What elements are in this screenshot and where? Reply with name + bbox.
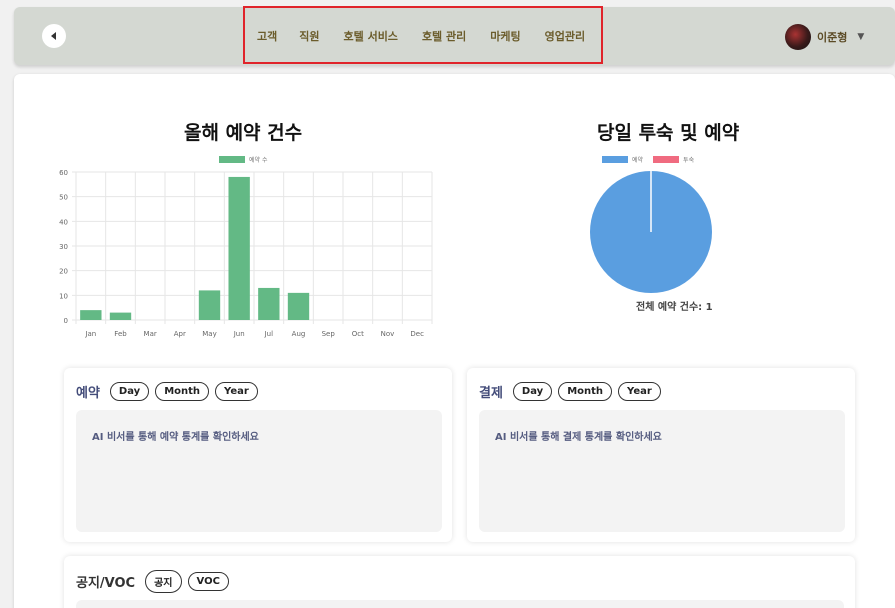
caret-down-icon: ▼ [857,32,865,42]
payment-card-title: 결제 [479,386,503,401]
payment-month-button[interactable]: Month [558,382,613,401]
main-nav: 고객 직원 호텔 서비스 호텔 관리 마케팅 영업관리 [257,7,585,65]
reservation-card-body: AI 비서를 통해 예약 통계를 확인하세요 [76,410,442,532]
x-tick-label: Jan [84,330,96,338]
legend-swatch-checkin [653,156,680,163]
reservation-stats-card: 예약 Day Month Year AI 비서를 통해 예약 통계를 확인하세요 [64,368,452,542]
x-tick-label: Sep [322,330,336,338]
bar-jan [80,310,102,320]
x-tick-label: Mar [144,330,157,338]
x-tick-label: Apr [174,330,186,338]
nav-item-hotel-service[interactable]: 호텔 서비스 [344,28,398,44]
nav-item-marketing[interactable]: 마케팅 [490,28,520,44]
daily-chart-title: 당일 투숙 및 예약 [597,122,740,144]
total-reservations-label: 전체 예약 건수: 1 [636,302,713,313]
back-button[interactable] [42,24,66,48]
legend-swatch-reservation [602,156,628,163]
notice-voc-card: 공지/VOC 공지 VOC [64,556,855,608]
y-tick-label: 60 [59,169,68,177]
y-tick-label: 50 [59,194,68,202]
reservation-year-button[interactable]: Year [215,382,258,401]
bar-jun [228,176,250,320]
legend-swatch-reservations [219,156,245,163]
reservation-card-header: 예약 Day Month Year [76,382,258,401]
user-name: 이준형 [817,31,848,44]
payment-card-header: 결제 Day Month Year [479,382,661,401]
yearly-bar-chart: 0 10 20 30 40 50 60 Jan Feb Mar Apr May Jun Jul Aug Sep… [59,169,433,338]
user-menu[interactable]: 이준형 ▼ [785,24,864,50]
avatar [785,24,811,50]
dashboard-panel: 올해 예약 건수 예약 수 0 10 20 30 40 50 60 Jan Feb Mar Apr M… [14,74,895,608]
voc-button[interactable]: VOC [187,572,229,591]
y-tick-label: 0 [64,317,68,325]
legend-label-checkin: 투숙 [683,157,695,164]
payment-card-message: AI 비서를 통해 결제 통계를 확인하세요 [495,432,662,443]
x-tick-label: May [202,330,216,338]
y-tick-label: 30 [59,243,68,251]
chevron-left-icon [51,32,56,40]
x-tick-label: Aug [292,330,306,338]
y-tick-label: 20 [59,268,68,276]
payment-stats-card: 결제 Day Month Year AI 비서를 통해 결제 통계를 확인하세요 [467,368,855,542]
x-tick-label: Oct [352,330,364,338]
payment-card-body: AI 비서를 통해 결제 통계를 확인하세요 [479,410,845,532]
x-tick-label: Feb [114,330,127,338]
x-tick-label: Jun [233,330,245,338]
bar-feb [109,312,132,320]
y-tick-label: 10 [59,292,68,300]
x-tick-label: Jul [264,330,274,338]
notice-card-body [76,600,844,608]
nav-item-hotel-management[interactable]: 호텔 관리 [422,28,466,44]
reservation-day-button[interactable]: Day [109,382,150,401]
payment-year-button[interactable]: Year [618,382,661,401]
legend-label-reservations: 예약 수 [249,157,268,164]
yearly-chart-title: 올해 예약 건수 [184,122,303,144]
x-tick-label: Nov [381,330,395,338]
top-header: 고객 직원 호텔 서비스 호텔 관리 마케팅 영업관리 이준형 ▼ [14,6,895,65]
nav-item-customer[interactable]: 고객 [257,28,277,44]
legend-label-reservation: 예약 [632,157,644,164]
bar-aug [287,292,310,320]
nav-item-sales-management[interactable]: 영업관리 [545,28,585,44]
yearly-chart-legend: 예약 수 [219,155,267,164]
bar-may [198,290,221,320]
notice-card-header: 공지/VOC 공지 VOC [76,570,229,593]
reservation-month-button[interactable]: Month [155,382,210,401]
daily-pie-chart [590,171,712,293]
notice-card-title: 공지/VOC [76,576,136,591]
nav-item-staff[interactable]: 직원 [299,28,319,44]
bar-jul [258,287,280,320]
notice-button[interactable]: 공지 [145,570,182,593]
x-tick-label: Dec [410,330,424,338]
y-tick-label: 40 [59,218,68,226]
reservation-card-message: AI 비서를 통해 예약 통계를 확인하세요 [92,432,259,443]
daily-chart-legend: 예약 투숙 [602,155,694,164]
reservation-card-title: 예약 [76,386,100,401]
payment-day-button[interactable]: Day [512,382,553,401]
